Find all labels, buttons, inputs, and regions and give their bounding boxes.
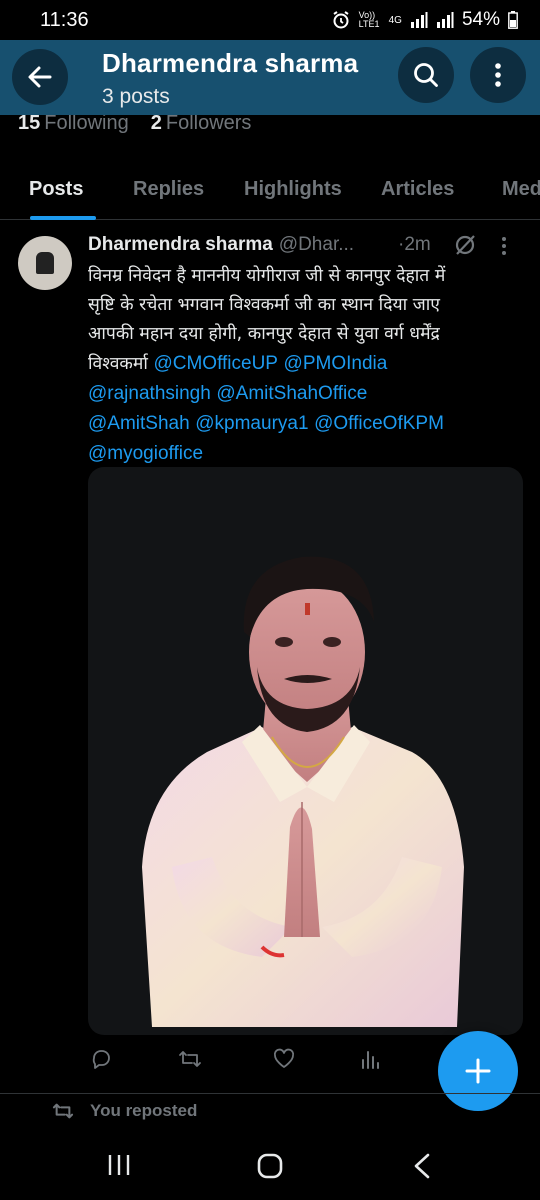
reposted-label: You reposted xyxy=(90,1101,198,1120)
tweet-more-icon[interactable] xyxy=(500,236,508,256)
system-nav-bar xyxy=(0,1130,540,1200)
more-options-button[interactable] xyxy=(470,47,526,103)
tweet-text-line: विश्वकर्मा @CMOfficeUP @PMOIndia xyxy=(88,349,528,379)
tweet-text-segment: विश्वकर्मा xyxy=(88,354,148,374)
mention-link[interactable]: @rajnathsingh xyxy=(88,383,211,404)
following-count: 15 xyxy=(18,112,41,134)
status-bar: 11:36 Vo)) LTE1 4G 54% xyxy=(0,0,540,40)
status-icons: Vo)) LTE1 4G 54% xyxy=(331,9,518,31)
alarm-icon xyxy=(333,11,349,29)
like-icon[interactable] xyxy=(273,1048,295,1070)
tab-replies[interactable]: Replies xyxy=(133,178,204,201)
signal-icon-2 xyxy=(436,12,454,28)
mention-link[interactable]: @kpmaurya1 xyxy=(195,413,308,434)
following-link[interactable]: 15 Following xyxy=(18,112,129,135)
followers-count: 2 xyxy=(150,112,162,134)
tab-posts[interactable]: Posts xyxy=(29,178,83,201)
person-photo xyxy=(142,556,464,1027)
compose-button[interactable] xyxy=(438,1031,518,1111)
tweet-text: विनम्र निवेदन है माननीय योगीराज जी से का… xyxy=(88,262,528,469)
recents-icon[interactable] xyxy=(106,1152,132,1178)
profile-tabs: Posts Replies Highlights Articles Med xyxy=(0,160,540,220)
back-nav-icon[interactable] xyxy=(410,1152,434,1180)
tweet-text-line: आपकी महान दया होगी, कानपुर देहात से युवा… xyxy=(88,324,440,344)
arrow-left-icon xyxy=(28,66,52,88)
mention-link[interactable]: @PMOIndia xyxy=(284,353,388,374)
profile-header: Dharmendra sharma 3 posts xyxy=(0,40,540,115)
tab-highlights[interactable]: Highlights xyxy=(244,178,342,201)
plus-icon xyxy=(465,1058,491,1084)
tweet-author-name: Dharmendra sharma xyxy=(88,234,273,255)
profile-name: Dharmendra sharma xyxy=(102,48,359,78)
tweet-text-line: @rajnathsingh @AmitShahOffice xyxy=(88,379,528,409)
following-label: Following xyxy=(44,112,129,134)
tweet-text-line: @myogioffice xyxy=(88,439,528,469)
followers-link[interactable]: 2 Followers xyxy=(151,112,252,135)
divider xyxy=(0,1093,540,1094)
back-button[interactable] xyxy=(12,49,68,105)
tweet-text-line: @AmitShah @kpmaurya1 @OfficeOfKPM xyxy=(88,409,528,439)
tweet-author-handle: @Dhar... xyxy=(278,234,355,255)
follow-stats: 15 Following 2 Followers xyxy=(18,112,251,135)
tweet-media[interactable] xyxy=(88,467,523,1035)
mention-link[interactable]: @OfficeOfKPM xyxy=(314,413,444,434)
network-type: 4G xyxy=(388,14,402,26)
repost-icon xyxy=(52,1103,74,1119)
tweet-timestamp: ·2m xyxy=(398,234,431,255)
battery-percent: 54% xyxy=(461,9,500,30)
avatar-figure xyxy=(36,252,54,274)
grok-icon[interactable] xyxy=(453,233,477,257)
views-icon[interactable] xyxy=(360,1048,380,1070)
reply-icon[interactable] xyxy=(90,1048,112,1070)
active-tab-indicator xyxy=(30,216,96,220)
battery-icon xyxy=(508,11,518,29)
reposted-indicator: You reposted xyxy=(52,1101,197,1121)
search-icon xyxy=(414,63,438,87)
avatar[interactable] xyxy=(18,236,72,290)
post-count: 3 posts xyxy=(102,85,170,108)
status-time: 11:36 xyxy=(40,8,89,31)
followers-label: Followers xyxy=(165,112,252,134)
search-button[interactable] xyxy=(398,47,454,103)
tab-media[interactable]: Med xyxy=(502,178,540,201)
mention-link[interactable]: @AmitShah xyxy=(88,413,190,434)
mention-link[interactable]: @CMOfficeUP xyxy=(153,353,278,374)
mention-link[interactable]: @myogioffice xyxy=(88,443,203,464)
signal-icon xyxy=(410,12,428,28)
tab-articles[interactable]: Articles xyxy=(381,178,454,201)
home-icon[interactable] xyxy=(256,1152,284,1180)
mention-link[interactable]: @AmitShahOffice xyxy=(216,383,367,404)
tweet-author[interactable]: Dharmendra sharma @Dhar... xyxy=(88,234,354,256)
more-vertical-icon xyxy=(495,63,501,87)
tweet-text-line: विनम्र निवेदन है माननीय योगीराज जी से का… xyxy=(88,266,446,286)
network-label: Vo)) LTE1 xyxy=(358,10,380,29)
tweet-text-line: सृष्टि के रचेता भगवान विश्वकर्मा जी का स… xyxy=(88,295,440,315)
repost-icon[interactable] xyxy=(178,1048,202,1070)
